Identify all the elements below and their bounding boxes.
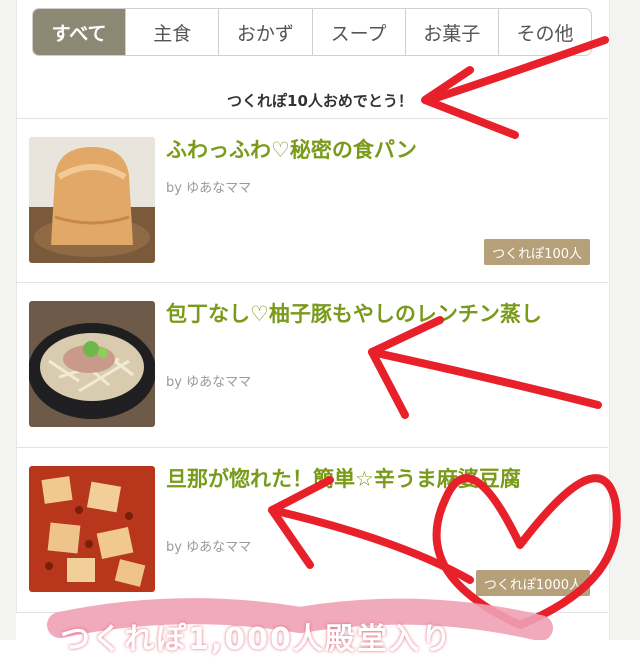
category-tabs: すべて 主食 おかず スープ お菓子 その他 (32, 8, 592, 56)
mapo-tofu-photo[interactable] (29, 466, 155, 592)
recipe-author[interactable]: by ゆあなママ (166, 536, 251, 555)
tab-soup[interactable]: スープ (311, 9, 405, 55)
tab-other[interactable]: その他 (497, 9, 591, 55)
recipe-title[interactable]: ふわっふわ♡秘密の食パン (166, 135, 596, 165)
tab-side-dish[interactable]: おかず (218, 9, 311, 55)
bean-sprout-pork-photo[interactable] (29, 301, 155, 427)
recipe-title[interactable]: 包丁なし♡柚子豚もやしのレンチン蒸し (166, 299, 596, 329)
recipe-author[interactable]: by ゆあなママ (166, 371, 251, 390)
tab-staple[interactable]: 主食 (125, 9, 218, 55)
congrats-notice: つくれぽ10人おめでとう！ (227, 92, 413, 110)
tab-all[interactable]: すべて (33, 9, 126, 55)
bread-photo[interactable] (29, 137, 155, 263)
tab-sweets[interactable]: お菓子 (404, 9, 498, 55)
recipe-title[interactable]: 旦那が惚れた！簡単☆辛うま麻婆豆腐 (166, 464, 596, 494)
tsukurepo-badge: つくれぽ100人 (484, 239, 590, 265)
recipe-author[interactable]: by ゆあなママ (166, 177, 251, 196)
recipe-item[interactable]: 旦那が惚れた！簡単☆辛うま麻婆豆腐 by ゆあなママ つくれぽ1000人 (16, 447, 608, 612)
recipe-item[interactable]: 包丁なし♡柚子豚もやしのレンチン蒸し by ゆあなママ (16, 282, 608, 447)
hall-of-fame-banner: つくれぽ1,000人殿堂入り (60, 622, 453, 657)
recipe-item[interactable]: ふわっふわ♡秘密の食パン by ゆあなママ つくれぽ100人 (16, 118, 608, 283)
tsukurepo-badge: つくれぽ1000人 (475, 570, 590, 596)
